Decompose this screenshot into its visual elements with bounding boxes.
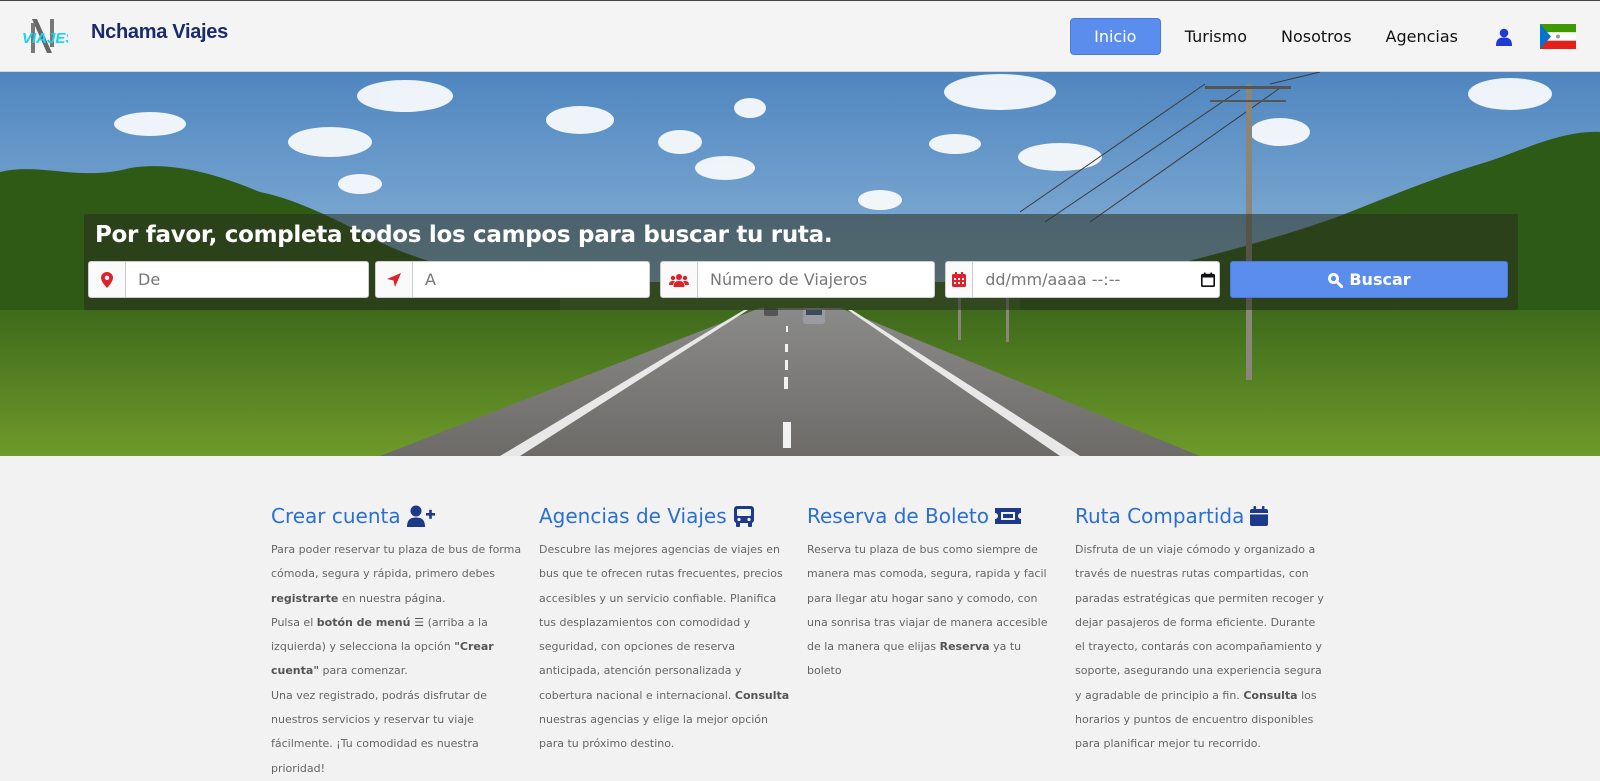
search-button[interactable]: Buscar bbox=[1230, 261, 1508, 298]
from-field[interactable] bbox=[88, 261, 369, 298]
feature-description: Reserva tu plaza de bus como siempre de … bbox=[807, 543, 1048, 678]
nav-nosotros[interactable]: Nosotros bbox=[1269, 18, 1364, 55]
calendar-picker-icon[interactable] bbox=[1197, 262, 1219, 297]
date-field[interactable] bbox=[945, 261, 1220, 298]
nav-inicio[interactable]: Inicio bbox=[1069, 18, 1161, 55]
feature-agencias: Agencias de Viajes Descubre las mejores … bbox=[539, 504, 791, 757]
to-input[interactable] bbox=[413, 262, 649, 297]
search-icon bbox=[1328, 272, 1344, 288]
logo[interactable]: VIAJES bbox=[22, 17, 75, 57]
search-title: Por favor, completa todos los campos par… bbox=[95, 222, 833, 248]
site-header: VIAJES Nchama Viajes Inicio Turismo Noso… bbox=[0, 1, 1600, 72]
feature-title: Ruta Compartida bbox=[1075, 504, 1327, 528]
users-icon bbox=[661, 262, 698, 297]
feature-reserva-boleto: Reserva de Boleto Reserva tu plaza de bu… bbox=[807, 504, 1059, 684]
calendar-icon bbox=[946, 262, 974, 297]
feature-title: Reserva de Boleto bbox=[807, 504, 1059, 528]
logo-text: VIAJES bbox=[22, 30, 68, 47]
feature-ruta-compartida: Ruta Compartida Disfruta de un viaje cóm… bbox=[1075, 504, 1327, 757]
map-marker-icon bbox=[89, 262, 126, 297]
location-arrow-icon bbox=[376, 262, 413, 297]
main-nav: Inicio Turismo Nosotros Agencias bbox=[1069, 1, 1600, 72]
bus-icon bbox=[733, 506, 754, 527]
feature-description: Descubre las mejores agencias de viajes … bbox=[539, 543, 790, 751]
to-field[interactable] bbox=[375, 261, 650, 298]
date-input[interactable] bbox=[973, 262, 1198, 297]
nav-agencias[interactable]: Agencias bbox=[1374, 18, 1470, 55]
feature-title: Agencias de Viajes bbox=[539, 504, 791, 528]
from-input[interactable] bbox=[126, 262, 368, 297]
user-plus-icon bbox=[406, 505, 435, 527]
feature-crear-cuenta: Crear cuenta Para poder reservar tu plaz… bbox=[271, 504, 523, 781]
feature-description: Disfruta de un viaje cómodo y organizado… bbox=[1075, 543, 1324, 751]
search-panel: Por favor, completa todos los campos par… bbox=[84, 214, 1518, 310]
ticket-icon bbox=[994, 508, 1021, 524]
feature-title-text: Crear cuenta bbox=[271, 504, 401, 528]
user-icon[interactable] bbox=[1492, 25, 1516, 49]
feature-title-text: Reserva de Boleto bbox=[807, 504, 989, 528]
nav-turismo[interactable]: Turismo bbox=[1173, 18, 1259, 55]
travelers-input[interactable] bbox=[698, 262, 934, 297]
feature-title-text: Agencias de Viajes bbox=[539, 504, 727, 528]
hero-banner: Por favor, completa todos los campos par… bbox=[0, 72, 1600, 456]
feature-title-text: Ruta Compartida bbox=[1075, 504, 1245, 528]
search-button-label: Buscar bbox=[1349, 270, 1411, 289]
feature-title: Crear cuenta bbox=[271, 504, 523, 528]
calendar-icon bbox=[1250, 506, 1269, 526]
brand-name[interactable]: Nchama Viajes bbox=[91, 21, 228, 44]
feature-description: Para poder reservar tu plaza de bus de f… bbox=[271, 543, 522, 775]
equatorial-guinea-flag-icon[interactable] bbox=[1540, 24, 1576, 49]
features-section: Crear cuenta Para poder reservar tu plaz… bbox=[0, 456, 1600, 775]
travelers-field[interactable] bbox=[660, 261, 935, 298]
